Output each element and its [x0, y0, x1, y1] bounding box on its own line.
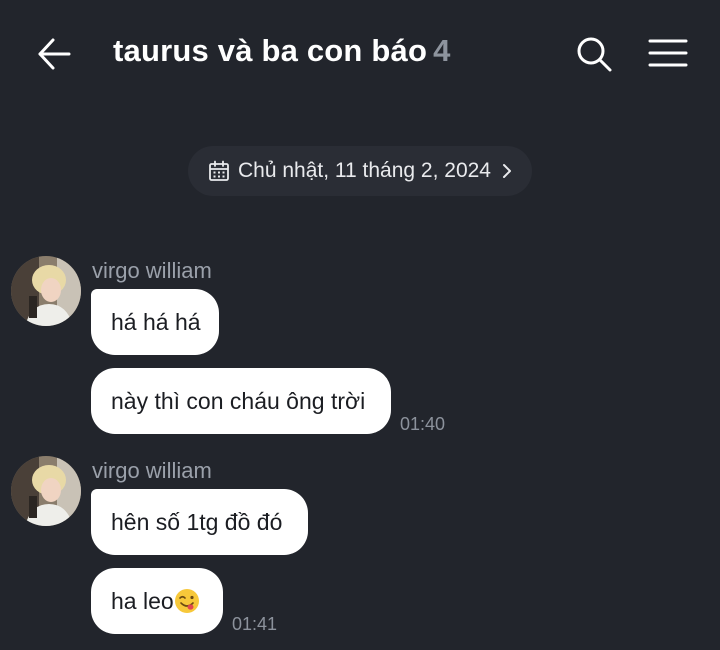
- sender-name: virgo william: [92, 458, 212, 483]
- hamburger-menu-icon: [648, 39, 688, 67]
- avatar-photo: [11, 256, 81, 326]
- calendar-icon: [209, 160, 229, 181]
- message-bubble[interactable]: há há há: [91, 289, 219, 355]
- message-time: 01:40: [400, 414, 446, 434]
- chevron-right-icon: [502, 164, 511, 178]
- message-text: há há há: [111, 309, 201, 335]
- chat-title[interactable]: taurus và ba con báo 4: [113, 33, 451, 69]
- date-separator[interactable]: Chủ nhật, 11 tháng 2, 2024: [188, 146, 532, 196]
- sender-name: virgo william: [92, 258, 212, 283]
- date-label: Chủ nhật, 11 tháng 2, 2024: [238, 159, 491, 182]
- group-name: taurus và ba con báo: [113, 33, 428, 68]
- search-icon: [577, 37, 612, 72]
- avatar[interactable]: [11, 456, 81, 526]
- message-text: ha leo: [111, 588, 174, 614]
- avatar-photo: [11, 456, 81, 526]
- message-bubble[interactable]: hên số 1tg đồ đó: [91, 489, 308, 555]
- message-bubble[interactable]: này thì con cháu ông trời: [91, 368, 391, 434]
- back-button[interactable]: [34, 34, 74, 74]
- message-text: hên số 1tg đồ đó: [111, 509, 283, 535]
- avatar[interactable]: [11, 256, 81, 326]
- message-time: 01:41: [232, 614, 278, 634]
- chat-header: taurus và ba con báo 4: [0, 0, 720, 106]
- arrow-left-icon: [38, 38, 71, 70]
- menu-button[interactable]: [646, 34, 690, 74]
- member-count: 4: [433, 33, 451, 68]
- search-button[interactable]: [574, 34, 614, 74]
- message-text: này thì con cháu ông trời: [111, 388, 366, 414]
- face-savoring-food-emoji: [174, 589, 199, 613]
- message-bubble[interactable]: ha leo: [91, 568, 223, 634]
